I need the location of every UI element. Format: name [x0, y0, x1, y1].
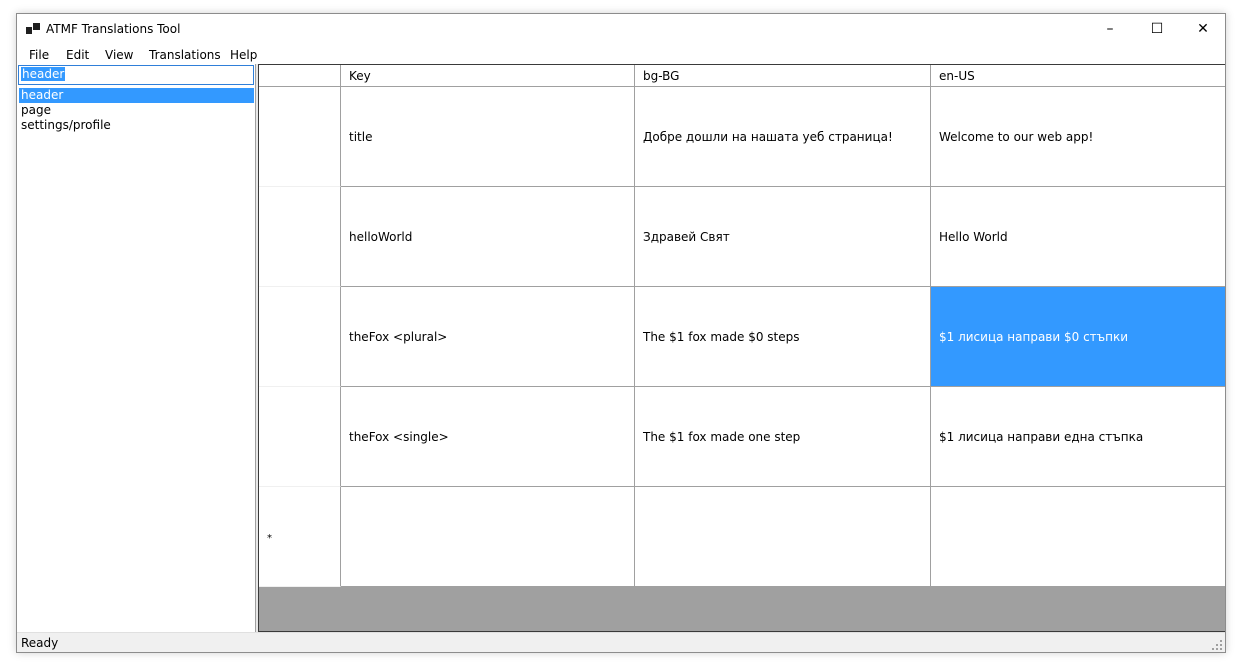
- grid-cell-key[interactable]: helloWorld: [341, 187, 635, 287]
- menu-translations[interactable]: Translations: [149, 48, 221, 62]
- row-header[interactable]: [259, 187, 341, 287]
- close-icon: ✕: [1197, 21, 1209, 37]
- page-list-item-page[interactable]: page: [19, 103, 254, 118]
- app-window: ATMF Translations Tool – ☐ ✕ File Edit V…: [16, 13, 1226, 653]
- search-input-value: header: [21, 67, 66, 81]
- search-input[interactable]: header: [18, 65, 254, 85]
- grid-cell-key[interactable]: theFox <plural>: [341, 287, 635, 387]
- maximize-button[interactable]: ☐: [1134, 14, 1180, 44]
- new-row-cell-bg-bg[interactable]: [635, 487, 931, 587]
- window-title: ATMF Translations Tool: [46, 22, 181, 36]
- grid-cell-key[interactable]: theFox <single>: [341, 387, 635, 487]
- new-row-cell-en-us[interactable]: [931, 487, 1225, 587]
- column-header-bg-bg[interactable]: bg-BG: [635, 65, 931, 87]
- page-list: header page settings/profile: [19, 88, 254, 133]
- status-text: Ready: [21, 636, 59, 650]
- resize-grip-icon[interactable]: [1212, 640, 1222, 650]
- column-header-key[interactable]: Key: [341, 65, 635, 87]
- menu-help[interactable]: Help: [230, 48, 257, 62]
- row-header[interactable]: [259, 87, 341, 187]
- grid-cell-en-us[interactable]: Welcome to our web app!: [931, 87, 1225, 187]
- translations-grid: Key bg-BG en-US title Добре дошли на наш…: [258, 64, 1225, 632]
- grid-cell-bg-bg[interactable]: The $1 fox made $0 steps: [635, 287, 931, 387]
- menu-edit[interactable]: Edit: [66, 48, 89, 62]
- row-header[interactable]: [259, 287, 341, 387]
- grid-cell-en-us-selected[interactable]: $1 лисица направи $0 стъпки: [931, 287, 1225, 387]
- new-row-marker: *: [267, 533, 272, 544]
- minimize-button[interactable]: –: [1087, 14, 1133, 44]
- grid-cell-en-us[interactable]: $1 лисица направи една стъпка: [931, 387, 1225, 487]
- page-list-item-settings-profile[interactable]: settings/profile: [19, 118, 254, 133]
- new-row-header[interactable]: *: [259, 487, 341, 587]
- status-bar: Ready: [17, 632, 1225, 652]
- app-icon: [26, 23, 40, 35]
- minimize-icon: –: [1106, 21, 1114, 37]
- menu-view[interactable]: View: [105, 48, 133, 62]
- row-header[interactable]: [259, 387, 341, 487]
- title-bar[interactable]: ATMF Translations Tool – ☐ ✕: [17, 14, 1225, 45]
- grid-cell-bg-bg[interactable]: Добре дошли на нашата уеб страница!: [635, 87, 931, 187]
- new-row-cell-key[interactable]: [341, 487, 635, 587]
- close-button[interactable]: ✕: [1180, 14, 1225, 44]
- menu-file[interactable]: File: [29, 48, 49, 62]
- pages-panel: header header page settings/profile: [17, 64, 256, 632]
- grid-cell-bg-bg[interactable]: Здравей Свят: [635, 187, 931, 287]
- grid-cell-en-us[interactable]: Hello World: [931, 187, 1225, 287]
- maximize-icon: ☐: [1150, 21, 1164, 37]
- grid-cell-bg-bg[interactable]: The $1 fox made one step: [635, 387, 931, 487]
- grid-cell-key[interactable]: title: [341, 87, 635, 187]
- menu-bar: File Edit View Translations Help: [17, 45, 1225, 64]
- column-header-en-us[interactable]: en-US: [931, 65, 1225, 87]
- grid-corner-header[interactable]: [259, 65, 341, 87]
- page-list-item-header[interactable]: header: [19, 88, 254, 103]
